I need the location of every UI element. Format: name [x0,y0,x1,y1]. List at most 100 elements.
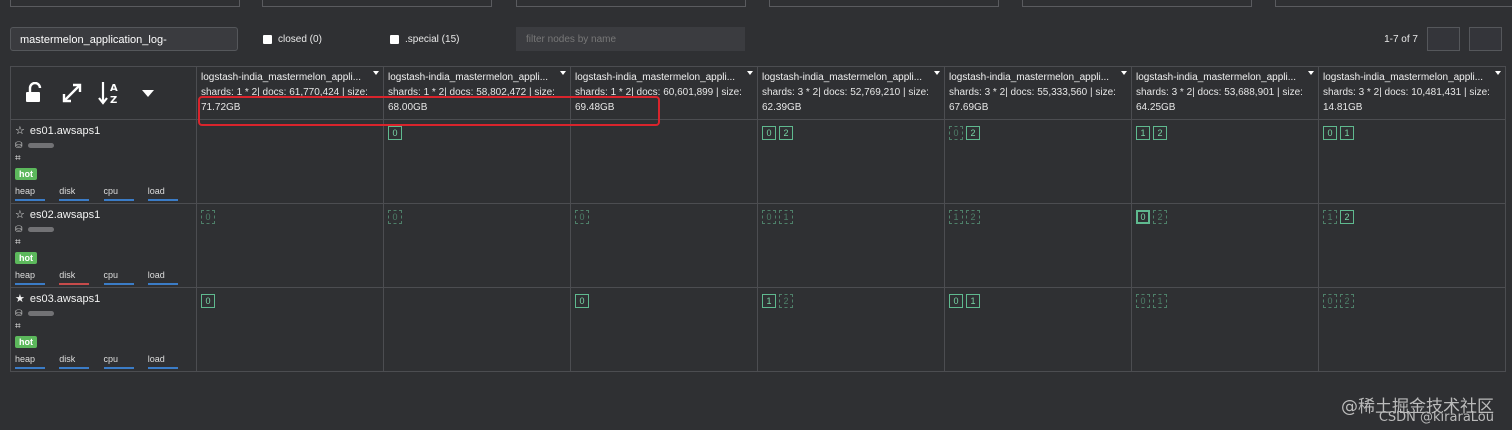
redacted-ip [27,310,54,316]
top-tab[interactable] [1275,0,1512,7]
shard-replica[interactable]: 0 [1323,126,1337,140]
node-filter-input[interactable]: filter nodes by name [516,27,745,51]
chevron-down-icon[interactable] [1495,71,1501,75]
shard-cell [384,288,571,372]
shard-unassigned[interactable]: 0 [201,210,215,224]
next-page-button[interactable] [1469,27,1502,51]
shard-group: 01 [762,210,793,224]
index-name[interactable]: logstash-india_mastermelon_appli... [762,70,930,85]
chevron-down-icon[interactable] [560,71,566,75]
shard-replica[interactable]: 0 [762,126,776,140]
metric-cpu[interactable]: cpu [103,352,148,369]
metric-load[interactable]: load [147,352,192,369]
shard-unassigned[interactable]: 1 [1323,210,1337,224]
metric-cpu[interactable]: cpu [103,268,148,285]
shard-replica[interactable]: 2 [1340,210,1354,224]
shard-unassigned[interactable]: 0 [949,126,963,140]
node-name[interactable]: es01.awsaps1 [30,124,100,138]
shard-replica[interactable]: 0 [575,294,589,308]
index-name[interactable]: logstash-india_mastermelon_appli... [575,70,743,85]
master-star-icon[interactable]: ★ [15,292,25,306]
index-name[interactable]: logstash-india_mastermelon_appli... [201,70,369,85]
chevron-down-icon[interactable] [934,71,940,75]
shard-replica[interactable]: 2 [966,126,980,140]
shard-replica[interactable]: 1 [762,294,776,308]
metric-heap[interactable]: heap [15,268,59,285]
expand-arrows-icon[interactable] [53,73,91,113]
shard-unassigned[interactable]: 0 [1136,294,1150,308]
shard-primary[interactable]: 0 [1136,210,1150,224]
unlock-icon[interactable] [15,73,53,113]
metric-load[interactable]: load [147,184,192,201]
shard-replica[interactable]: 1 [1340,126,1354,140]
closed-checkbox[interactable]: closed (0) [263,34,322,45]
shard-replica[interactable]: 1 [1136,126,1150,140]
shard-replica[interactable]: 2 [779,126,793,140]
hot-badge: hot [15,168,37,180]
node-ip-row: ⛁ [15,306,192,320]
shard-unassigned[interactable]: 1 [779,210,793,224]
special-checkbox-label: .special (15) [405,34,460,45]
top-tab[interactable] [262,0,492,7]
metric-label: heap [15,186,36,196]
index-name[interactable]: logstash-india_mastermelon_appli... [1136,70,1304,85]
shard-unassigned[interactable]: 0 [575,210,589,224]
hot-badge: hot [15,336,37,348]
metric-bar [103,199,134,201]
shard-replica[interactable]: 1 [966,294,980,308]
shard-unassigned[interactable]: 2 [966,210,980,224]
node-cell: ☆ es01.awsaps1 ⛁ ⌗ hot heap disk cpu load [11,120,197,204]
shard-unassigned[interactable]: 1 [1153,294,1167,308]
chevron-down-icon[interactable] [747,71,753,75]
shard-unassigned[interactable]: 1 [949,210,963,224]
shard-replica[interactable]: 0 [388,126,402,140]
shard-group: 01 [949,294,980,308]
shard-unassigned[interactable]: 2 [1153,210,1167,224]
sort-alpha-icon[interactable]: AZ [91,73,129,113]
annotation-highlight-box [198,96,660,126]
metric-disk[interactable]: disk [59,268,103,285]
index-name[interactable]: logstash-india_mastermelon_appli... [388,70,556,85]
shard-unassigned[interactable]: 0 [1323,294,1337,308]
node-tag-badge: hot [15,166,192,182]
shard-group: 12 [949,210,980,224]
shard-cell: 12 [1132,120,1319,204]
shard-replica[interactable]: 0 [201,294,215,308]
index-name[interactable]: logstash-india_mastermelon_appli... [949,70,1117,85]
shard-unassigned[interactable]: 2 [779,294,793,308]
index-filter-input[interactable]: mastermelon_application_log- [10,27,238,51]
special-checkbox[interactable]: .special (15) [390,34,459,45]
index-header: logstash-india_mastermelon_appli... shard… [1319,67,1506,120]
shard-unassigned[interactable]: 2 [1340,294,1354,308]
shard-cell: 12 [945,204,1132,288]
shard-unassigned[interactable]: 0 [762,210,776,224]
chevron-down-icon[interactable] [373,71,379,75]
top-tab[interactable] [1022,0,1252,7]
top-tab[interactable] [769,0,999,7]
shard-replica[interactable]: 2 [1153,126,1167,140]
top-tab[interactable] [516,0,746,7]
chevron-down-icon[interactable] [1308,71,1314,75]
node-ip-row: ⛁ [15,222,192,236]
metric-heap[interactable]: heap [15,184,59,201]
prev-page-button[interactable] [1427,27,1460,51]
filter-bar: mastermelon_application_log- closed (0) … [10,27,1502,53]
closed-checkbox-box[interactable] [263,35,272,44]
metric-load[interactable]: load [147,268,192,285]
node-name[interactable]: es03.awsaps1 [30,292,100,306]
metric-cpu[interactable]: cpu [103,184,148,201]
index-name[interactable]: logstash-india_mastermelon_appli... [1323,70,1491,85]
metric-heap[interactable]: heap [15,352,59,369]
special-checkbox-box[interactable] [390,35,399,44]
star-outline-icon[interactable]: ☆ [15,124,25,138]
caret-down-icon[interactable] [129,73,167,113]
node-name[interactable]: es02.awsaps1 [30,208,100,222]
shard-unassigned[interactable]: 0 [388,210,402,224]
metric-disk[interactable]: disk [59,352,103,369]
star-outline-icon[interactable]: ☆ [15,208,25,222]
chevron-down-icon[interactable] [1121,71,1127,75]
shard-cell [571,120,758,204]
top-tab[interactable] [10,0,240,7]
metric-disk[interactable]: disk [59,184,103,201]
shard-replica[interactable]: 0 [949,294,963,308]
